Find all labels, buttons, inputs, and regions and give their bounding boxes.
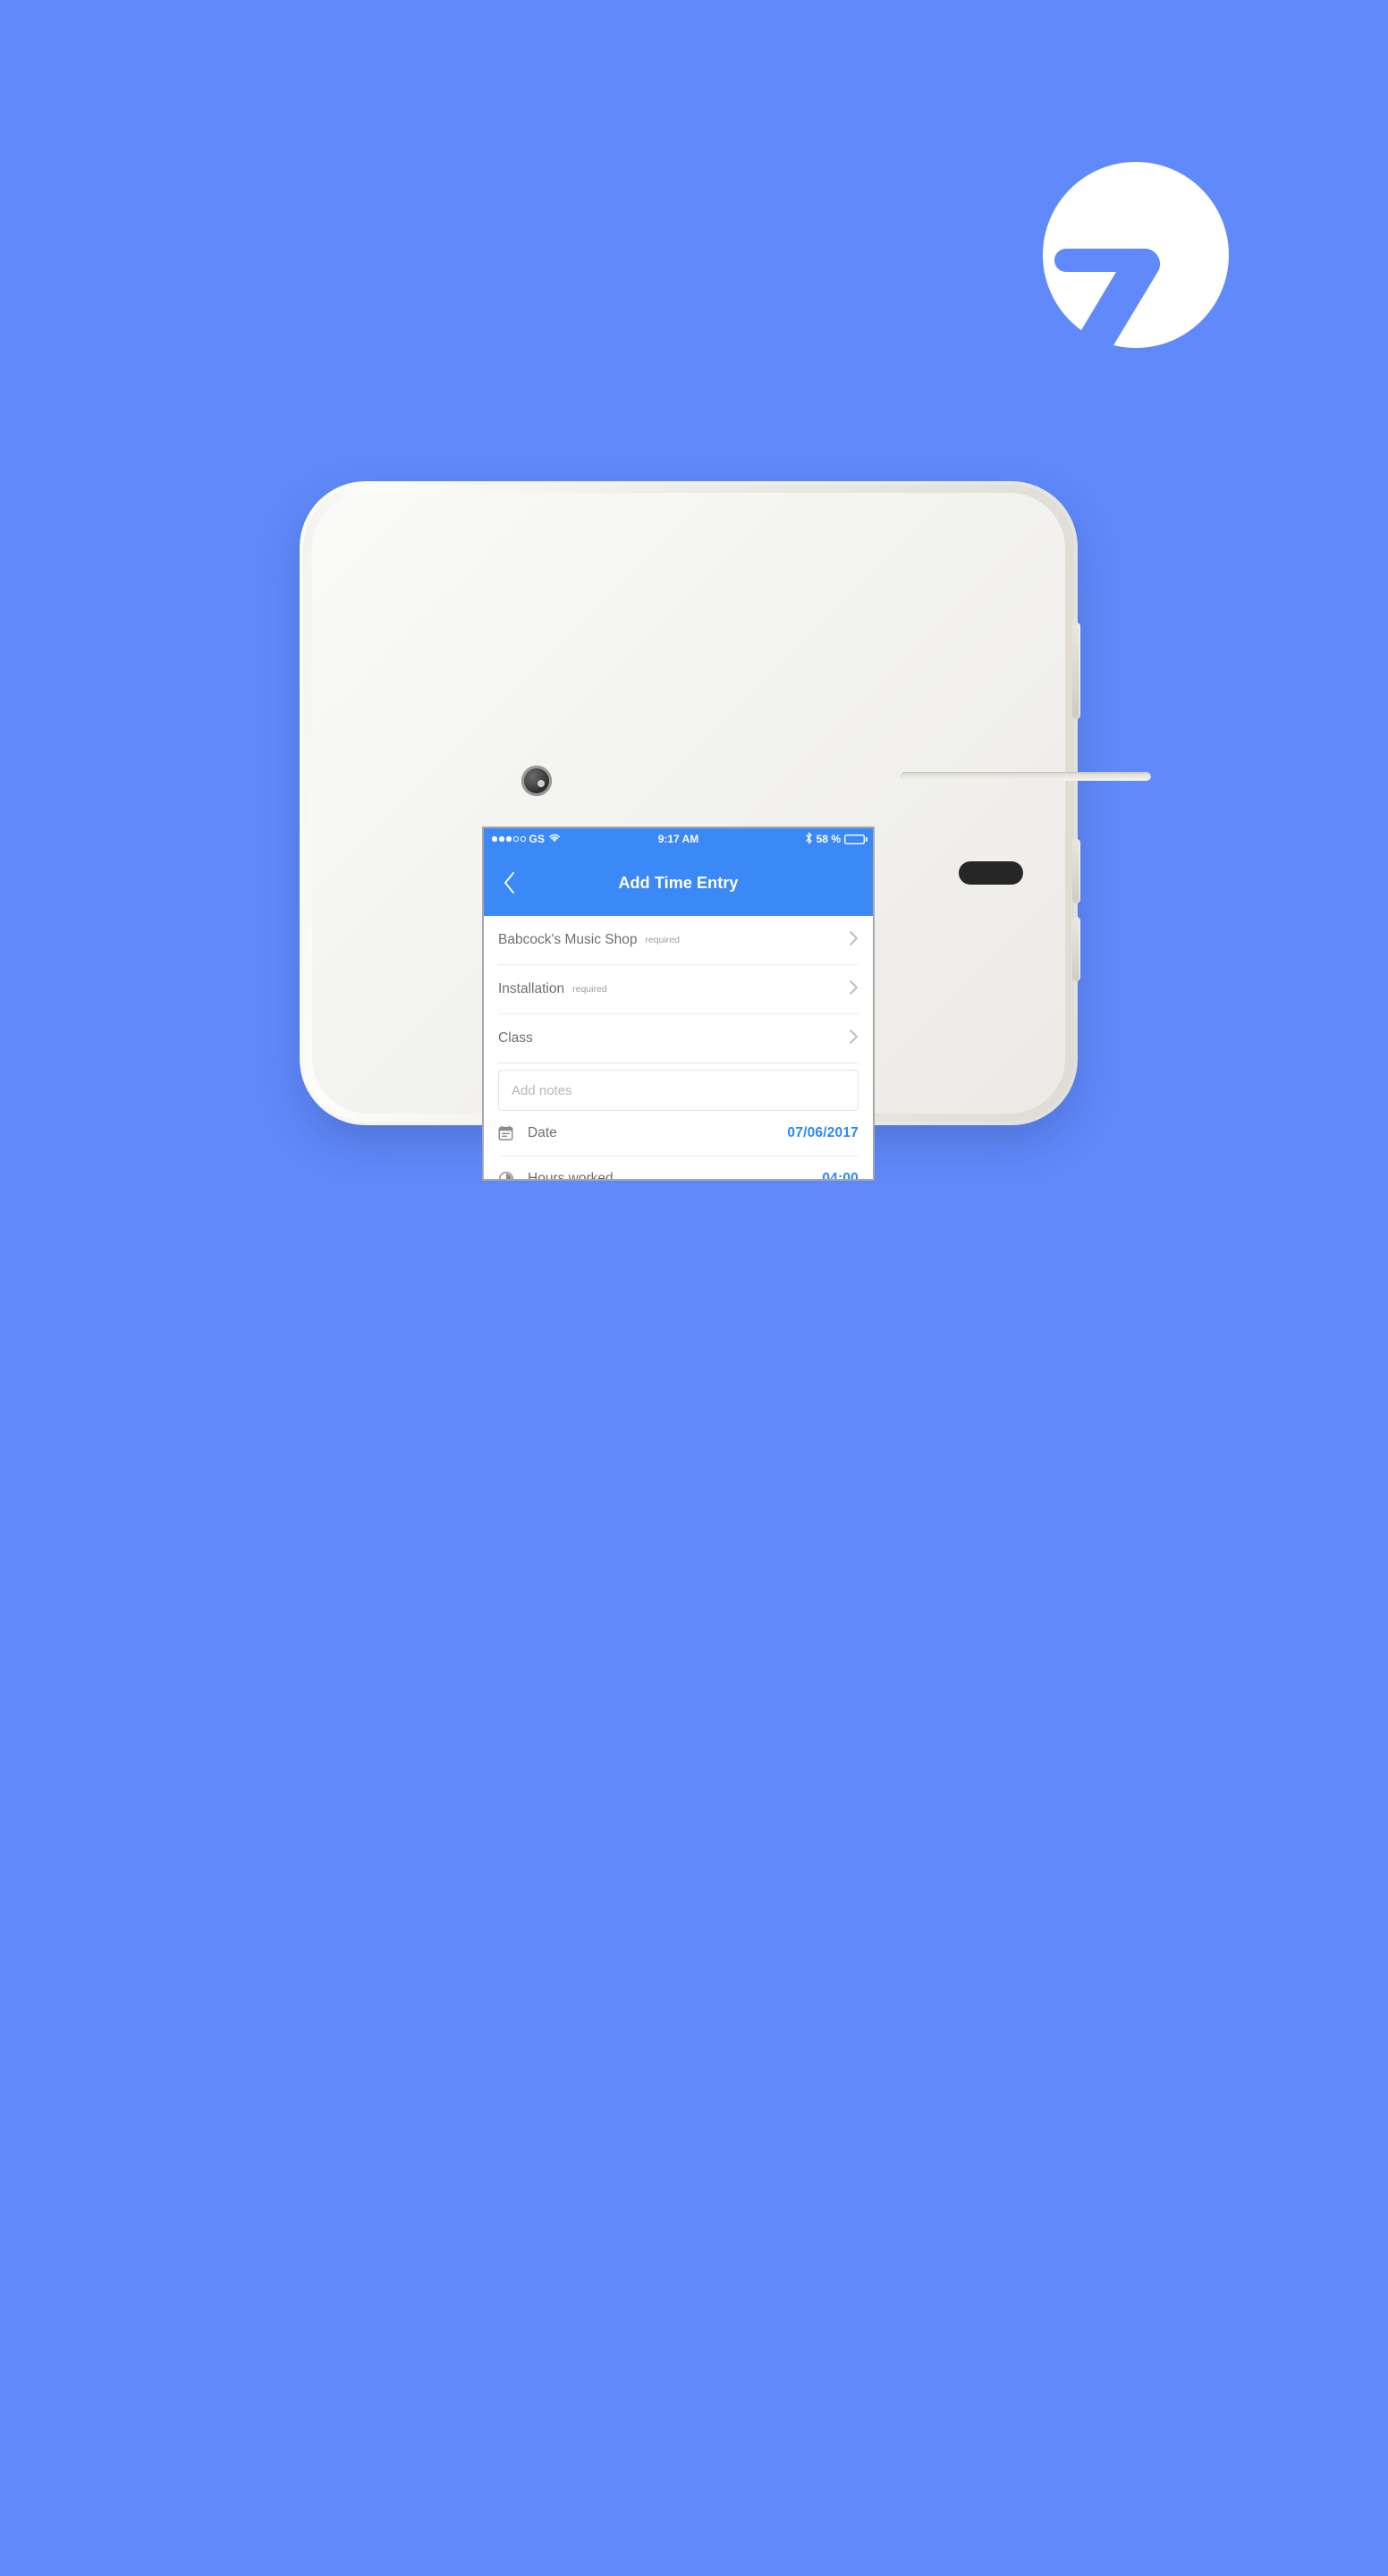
status-bar-right: 58 %: [805, 832, 868, 847]
smartphone-device: GS 9:17 AM 58 % Add Time Entry Babcock's…: [300, 481, 1151, 1179]
volume-down-button[interactable]: [1072, 917, 1080, 981]
date-value: 07/06/2017: [787, 1125, 859, 1140]
wifi-icon: [548, 833, 561, 845]
logo-circle: [1043, 162, 1229, 348]
back-button[interactable]: [498, 868, 521, 898]
notes-field[interactable]: [498, 1070, 859, 1111]
earpiece-speaker: [901, 772, 1151, 781]
battery-percent-label: 58 %: [816, 833, 841, 845]
volume-up-button[interactable]: [1072, 839, 1080, 903]
chevron-left-icon: [504, 872, 514, 894]
page-title: Add Time Entry: [618, 873, 739, 892]
hours-worked-label: Hours worked: [528, 1171, 614, 1179]
time-entry-form: Babcock's Music Shop required Installati…: [484, 916, 873, 1179]
phone-screen: GS 9:17 AM 58 % Add Time Entry Babcock's…: [484, 828, 873, 1179]
bluetooth-icon: [805, 832, 813, 847]
battery-icon: [844, 835, 868, 844]
clock-icon: [498, 1168, 523, 1179]
power-button[interactable]: [1072, 623, 1080, 719]
class-picker-label: Class: [498, 1030, 533, 1046]
hours-worked-value: 04:00: [822, 1171, 859, 1179]
service-item-picker-label: Installation: [498, 981, 565, 996]
customer-picker-required: required: [645, 935, 680, 945]
nav-bar: Add Time Entry: [484, 850, 873, 916]
calendar-icon: [498, 1123, 523, 1144]
chevron-right-icon: [849, 979, 859, 1000]
chevron-right-icon: [849, 1029, 859, 1049]
service-item-picker-required: required: [572, 984, 607, 995]
hours-worked-row[interactable]: Hours worked 04:00: [498, 1157, 859, 1179]
service-item-picker[interactable]: Installation required: [498, 965, 859, 1014]
date-label: Date: [528, 1125, 557, 1140]
status-bar: GS 9:17 AM 58 %: [484, 828, 873, 850]
carrier-label: GS: [529, 833, 546, 845]
date-row[interactable]: Date 07/06/2017: [498, 1111, 859, 1157]
class-picker[interactable]: Class: [498, 1014, 859, 1063]
notes-input[interactable]: [512, 1082, 845, 1098]
proximity-sensor: [959, 861, 1023, 885]
signal-strength-icon: [492, 836, 526, 842]
chevron-right-icon: [849, 930, 859, 951]
customer-picker[interactable]: Babcock's Music Shop required: [498, 916, 859, 965]
customer-picker-label: Babcock's Music Shop: [498, 932, 638, 947]
front-camera-icon: [521, 766, 552, 796]
status-bar-left: GS: [492, 833, 561, 845]
seven-logo: [1028, 157, 1243, 371]
